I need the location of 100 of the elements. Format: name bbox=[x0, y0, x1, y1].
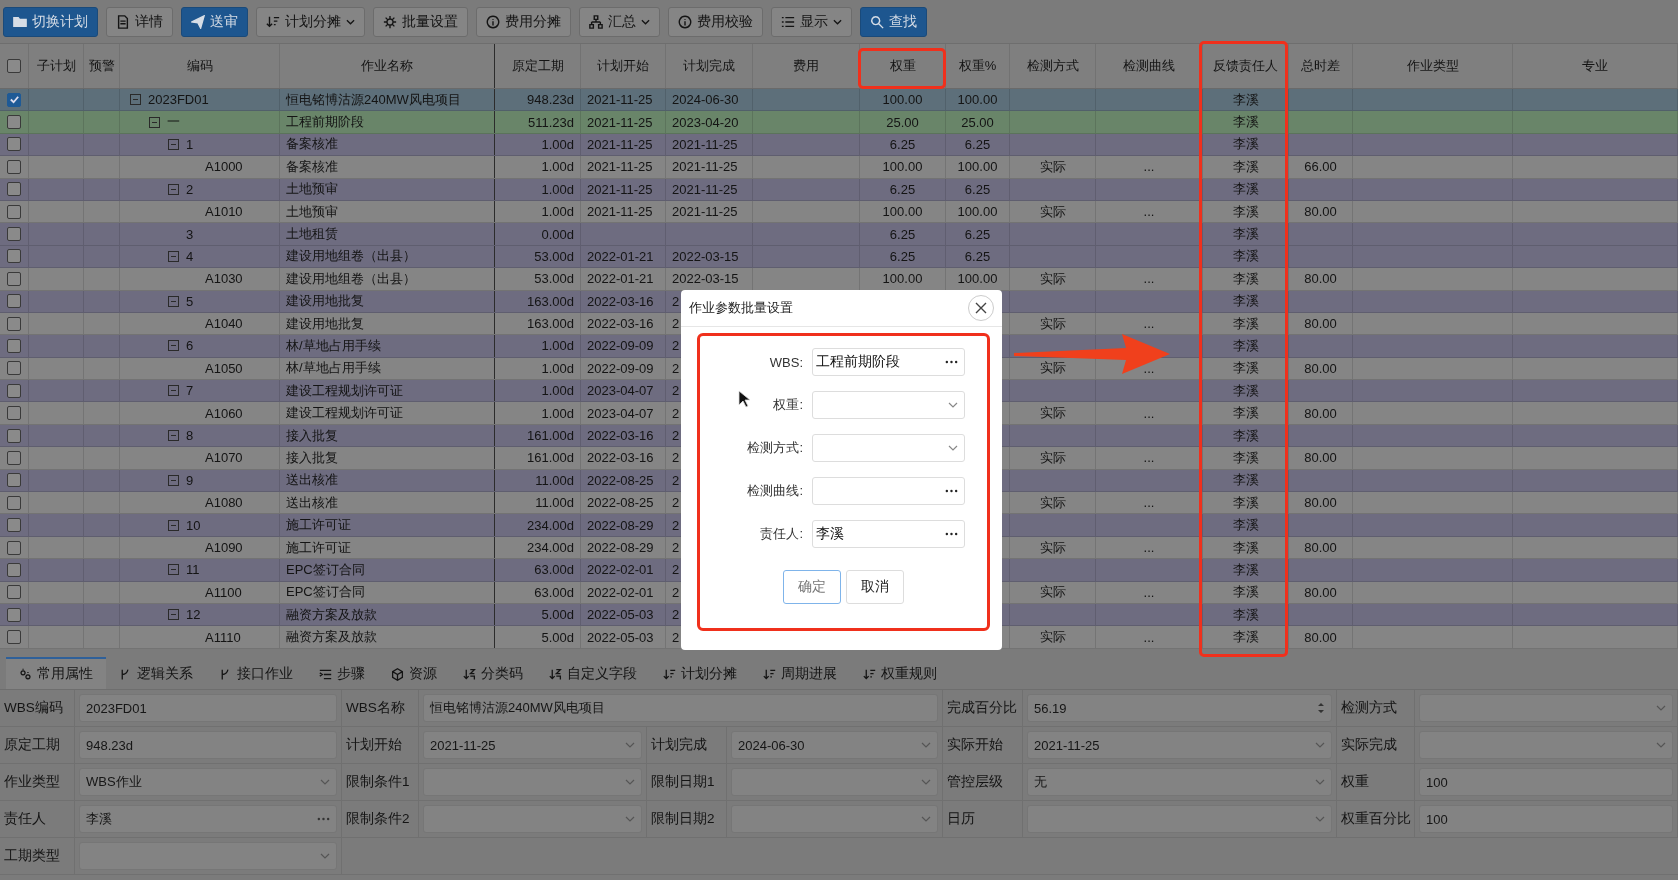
table-cell: 土地租赁 bbox=[280, 223, 495, 245]
table-cell: 100.00 bbox=[860, 89, 946, 111]
field-label: 责任人 bbox=[0, 801, 75, 838]
table-cell: 李溪 bbox=[1203, 178, 1289, 200]
table-cell: 李溪 bbox=[1203, 424, 1289, 447]
wbs-code: 7 bbox=[186, 383, 194, 399]
wbs-code: 一 bbox=[167, 113, 180, 132]
table-cell: 2021-11-25 bbox=[581, 156, 666, 178]
table-cell: 63.00d bbox=[495, 581, 581, 603]
table-cell: 100.00 bbox=[946, 268, 1010, 290]
table-cell: 2021-11-25 bbox=[666, 156, 753, 178]
wbs-code: A1070 bbox=[205, 450, 243, 466]
field-label: 权重百分比 bbox=[1337, 801, 1415, 838]
table-cell: 李溪 bbox=[1203, 245, 1289, 268]
table-cell: 80.00 bbox=[1289, 357, 1353, 380]
table-cell: 实际 bbox=[1010, 492, 1096, 514]
table-cell: 实际 bbox=[1010, 447, 1096, 469]
wbs-code: 2023FD01 bbox=[148, 92, 209, 108]
table-cell: 948.23d bbox=[495, 89, 581, 111]
table-cell: 接入批复 bbox=[280, 424, 495, 447]
table-cell: 李溪 bbox=[1203, 581, 1289, 603]
table-cell: ... bbox=[1096, 312, 1203, 335]
table-cell: 李溪 bbox=[1203, 626, 1289, 648]
wbs-code: 3 bbox=[186, 226, 194, 242]
wbs-code: A1030 bbox=[205, 271, 243, 287]
table-cell: 5.00d bbox=[495, 604, 581, 626]
table-cell: 实际 bbox=[1010, 626, 1096, 648]
table-cell: 李溪 bbox=[1203, 290, 1289, 312]
table-cell: 66.00 bbox=[1289, 156, 1353, 178]
table-cell: 1.00d bbox=[495, 178, 581, 200]
table-cell: 53.00d bbox=[495, 245, 581, 268]
table-cell: 施工许可证 bbox=[280, 536, 495, 559]
table-cell: 李溪 bbox=[1203, 111, 1289, 133]
table-cell: 李溪 bbox=[1203, 402, 1289, 424]
table-cell: 李溪 bbox=[1203, 312, 1289, 335]
table-cell: 100.00 bbox=[946, 156, 1010, 178]
table-cell: ... bbox=[1096, 626, 1203, 648]
wbs-code: 8 bbox=[186, 428, 194, 444]
table-cell: 李溪 bbox=[1203, 514, 1289, 536]
field-label: 实际开始 bbox=[943, 727, 1023, 764]
table-cell: 53.00d bbox=[495, 268, 581, 290]
table-cell: 1.00d bbox=[495, 156, 581, 178]
table-cell: 李溪 bbox=[1203, 223, 1289, 245]
table-cell: 80.00 bbox=[1289, 200, 1353, 223]
table-cell: 2022-08-29 bbox=[581, 536, 666, 559]
table-cell: 李溪 bbox=[1203, 89, 1289, 111]
field-label: WBS名称 bbox=[342, 690, 419, 727]
field-label: 计划完成 bbox=[647, 727, 727, 764]
table-cell: 李溪 bbox=[1203, 200, 1289, 223]
table-cell: 2022-08-25 bbox=[581, 492, 666, 514]
table-cell: 李溪 bbox=[1203, 447, 1289, 469]
wbs-code: A1010 bbox=[205, 204, 243, 220]
table-cell: 2022-09-09 bbox=[581, 357, 666, 380]
table-cell: 林/草地占用手续 bbox=[280, 357, 495, 380]
table-cell: 2022-08-29 bbox=[581, 514, 666, 536]
table-cell: 100.00 bbox=[860, 156, 946, 178]
table-cell: 1.00d bbox=[495, 357, 581, 380]
table-cell: 2023-04-07 bbox=[581, 380, 666, 402]
table-cell: ... bbox=[1096, 447, 1203, 469]
table-cell: 实际 bbox=[1010, 312, 1096, 335]
wbs-code: 10 bbox=[186, 517, 201, 533]
wbs-code: 6 bbox=[186, 338, 194, 354]
table-cell: 李溪 bbox=[1203, 559, 1289, 581]
table-cell: 林/草地占用手续 bbox=[280, 335, 495, 357]
table-cell: 0.00d bbox=[495, 223, 581, 245]
table-cell: 2023-04-20 bbox=[666, 111, 753, 133]
table-cell: 80.00 bbox=[1289, 447, 1353, 469]
table-cell: 2021-11-25 bbox=[581, 200, 666, 223]
wbs-code: 11 bbox=[186, 562, 200, 578]
table-cell: 80.00 bbox=[1289, 492, 1353, 514]
table-cell: 送出核准 bbox=[280, 469, 495, 492]
table-cell: 李溪 bbox=[1203, 604, 1289, 626]
field-label: 责任人: bbox=[760, 525, 803, 543]
table-cell: 1.00d bbox=[495, 133, 581, 156]
field-label: 作业类型 bbox=[0, 764, 75, 801]
table-cell: 100.00 bbox=[860, 268, 946, 290]
wbs-code: 12 bbox=[186, 607, 201, 623]
table-cell: 6.25 bbox=[946, 245, 1010, 268]
table-cell: 163.00d bbox=[495, 312, 581, 335]
wbs-code: A1090 bbox=[205, 540, 243, 555]
table-cell: 李溪 bbox=[1203, 536, 1289, 559]
table-cell: 11.00d bbox=[495, 492, 581, 514]
table-cell: ... bbox=[1096, 156, 1203, 178]
table-cell: 建设用地组卷（出县） bbox=[280, 268, 495, 290]
table-cell: 2023-04-07 bbox=[581, 402, 666, 424]
wbs-code: 2 bbox=[186, 181, 194, 197]
table-cell: 实际 bbox=[1010, 402, 1096, 424]
table-cell: 李溪 bbox=[1203, 268, 1289, 290]
table-cell: 100.00 bbox=[946, 89, 1010, 111]
table-cell: 511.23d bbox=[495, 111, 581, 133]
table-cell: 李溪 bbox=[1203, 133, 1289, 156]
table-cell: 李溪 bbox=[1203, 492, 1289, 514]
table-cell: 2021-11-25 bbox=[666, 178, 753, 200]
table-cell: ... bbox=[1096, 268, 1203, 290]
table-cell: 5.00d bbox=[495, 626, 581, 648]
field-label: 检测方式 bbox=[1337, 690, 1415, 727]
table-cell: 6.25 bbox=[946, 223, 1010, 245]
table-cell: 6.25 bbox=[860, 178, 946, 200]
wbs-code: 5 bbox=[186, 293, 194, 309]
table-cell: 234.00d bbox=[495, 514, 581, 536]
